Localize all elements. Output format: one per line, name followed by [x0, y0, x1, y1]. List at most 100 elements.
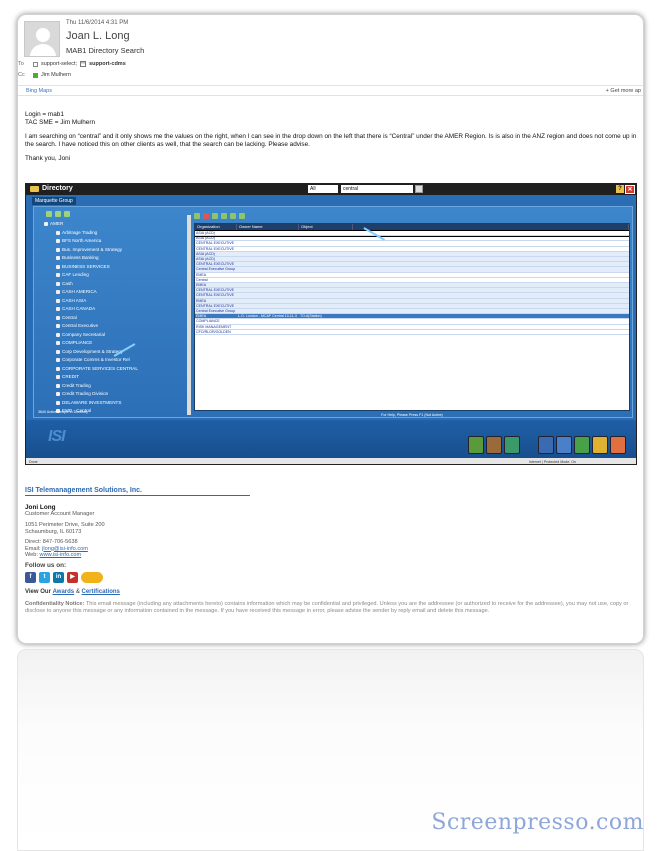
grid-tool-icon[interactable] [221, 213, 227, 219]
table-cell: EMEA [196, 314, 207, 319]
body-paragraph: I am searching on “central” and it only … [25, 133, 637, 148]
tree-tool-icon[interactable] [55, 211, 61, 217]
tree-node[interactable]: CORPORATE SERVICES CENTRAL [38, 365, 186, 374]
tree-node[interactable]: Central [38, 314, 186, 323]
grid-tool-icon[interactable] [212, 213, 218, 219]
table-cell [299, 283, 353, 287]
tree-node[interactable]: AMER [38, 220, 186, 229]
sender-name[interactable]: Joan L. Long [66, 30, 130, 42]
table-cell [353, 319, 629, 323]
app-tile-icon[interactable] [486, 436, 502, 454]
app-tile-icon[interactable] [468, 436, 484, 454]
tree-tool-icon[interactable] [46, 211, 52, 217]
checkbox-icon [33, 61, 38, 67]
tree-node[interactable]: Bus. Improvement & Strategy [38, 246, 186, 255]
grid-tool-icon[interactable] [194, 213, 200, 219]
tree-node[interactable]: Credit Trading Division [38, 390, 186, 399]
delete-icon[interactable] [203, 213, 209, 219]
table-cell [353, 293, 629, 297]
tree-node[interactable]: CREDIT [38, 373, 186, 382]
table-cell [299, 252, 353, 256]
results-area: Organization Owner Name Object ASIA (ACD… [194, 211, 630, 417]
tree-node[interactable]: Company Secretarial [38, 331, 186, 340]
recipient-support-select[interactable]: support-select; [41, 61, 77, 67]
table-cell: CENTRAL EXECUTIVE [196, 246, 235, 251]
grid-tool-icon[interactable] [239, 213, 245, 219]
tree-footer: 3640 Active People in Directory [38, 410, 88, 414]
app-tile-icon[interactable] [504, 436, 520, 454]
filter-select[interactable]: All [308, 185, 338, 193]
close-icon[interactable]: ✕ [625, 185, 635, 194]
table-cell [299, 325, 353, 329]
youtube-icon[interactable]: ▶ [67, 571, 78, 583]
column-header[interactable]: Object [299, 224, 353, 231]
table-row[interactable]: CFO/RLOR/GOLDEN [195, 330, 629, 336]
tree-node[interactable]: CASH ASIA [38, 297, 186, 306]
facebook-icon[interactable]: f [25, 571, 36, 583]
tree-node[interactable]: BUSINESS SERVICES [38, 263, 186, 272]
app-tile-icon[interactable] [610, 436, 626, 454]
table-cell [237, 231, 299, 235]
tree-node[interactable]: BFS North America [38, 237, 186, 246]
table-cell [353, 299, 629, 303]
embedded-screenshot: Directory All central ? ✕ Marquette Grou… [25, 183, 637, 465]
badge-icon[interactable] [81, 571, 103, 583]
cc-recipient[interactable]: Jim Mulhern [41, 72, 71, 78]
table-cell [299, 293, 353, 297]
table-cell [353, 330, 629, 334]
help-icon[interactable]: ? [616, 185, 624, 193]
message-body: Login = mab1 TAC SME = Jim Mulhern I am … [25, 111, 637, 163]
table-cell [237, 293, 299, 297]
tree-node[interactable]: Corp Development & Strategy [38, 348, 186, 357]
recipient-support-cdms[interactable]: support-cdms [89, 61, 126, 67]
grid-tool-icon[interactable] [230, 213, 236, 219]
app-tile-icon[interactable] [556, 436, 572, 454]
awards-link[interactable]: Awards [53, 589, 75, 595]
tree-node[interactable]: DELAWARE INVESTMENTS [38, 399, 186, 408]
get-more-apps[interactable]: + Get more ap [606, 88, 641, 94]
tree-scrollbar[interactable] [187, 215, 191, 415]
column-header[interactable]: Organization [195, 224, 237, 231]
tree-node[interactable]: COMPLIANCE [38, 339, 186, 348]
table-cell: COMPLIANCE [196, 319, 220, 324]
tree-node[interactable]: Cash [38, 280, 186, 289]
table-cell [299, 273, 353, 277]
body-line-sme: TAC SME = Jim Mulhern [25, 118, 96, 126]
app-tile-icon[interactable] [538, 436, 554, 454]
bing-maps-link[interactable]: Bing Maps [26, 88, 52, 94]
tree-node[interactable]: CASH CANADA [38, 305, 186, 314]
certifications-link[interactable]: Certifications [82, 589, 120, 595]
tree-node[interactable]: Corporate Comms & Investor Rel [38, 356, 186, 365]
tree-node[interactable]: Credit Trading [38, 382, 186, 391]
grid-toolbar [194, 211, 630, 221]
table-cell [353, 325, 629, 329]
table-cell [353, 241, 629, 245]
search-input[interactable]: central [341, 185, 413, 193]
app-tile-icon[interactable] [574, 436, 590, 454]
table-cell [299, 247, 353, 251]
social-links: f t in ▶ [25, 571, 637, 583]
tree-node[interactable]: Central Executive [38, 322, 186, 331]
table-cell: ASIA (ACD) [196, 257, 215, 262]
app-tile-icon[interactable] [592, 436, 608, 454]
table-cell [237, 241, 299, 245]
table-cell [353, 252, 629, 256]
table-cell: CENTRAL EXECUTIVE [196, 293, 235, 298]
table-cell [299, 309, 353, 313]
linkedin-icon[interactable]: in [53, 571, 64, 583]
group-selector[interactable]: Marquette Group [32, 197, 76, 205]
table-cell: CENTRAL EXECUTIVE [196, 288, 235, 293]
web-link[interactable]: www.isi-info.com [40, 552, 82, 558]
tree-node[interactable]: Business Banking [38, 254, 186, 263]
twitter-icon[interactable]: t [39, 571, 50, 583]
search-go-icon[interactable] [415, 185, 423, 193]
table-cell [299, 319, 353, 323]
email-link[interactable]: jlong@isi-info.com [42, 546, 88, 552]
tree-node[interactable]: CAF Lending [38, 271, 186, 280]
tree-tool-icon[interactable] [64, 211, 70, 217]
column-header[interactable]: Owner Name [237, 224, 299, 231]
column-header[interactable] [353, 224, 629, 231]
tree-node[interactable]: CASH AMERICA [38, 288, 186, 297]
tree-node[interactable]: Arbitrage Trading [38, 229, 186, 238]
table-cell [353, 273, 629, 277]
